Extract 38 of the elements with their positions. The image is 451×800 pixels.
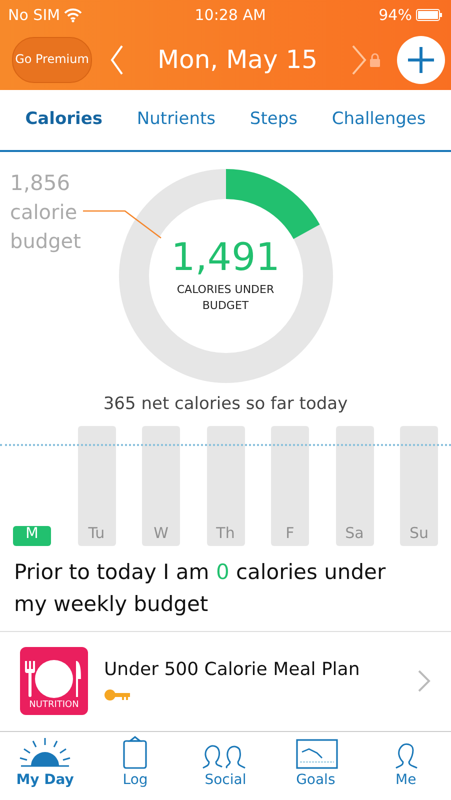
date-title: Mon, May 15	[156, 44, 319, 76]
previous-day-button[interactable]	[108, 44, 124, 76]
premium-button[interactable]: Go Premium	[12, 37, 92, 83]
weekly-summary-text: Prior to today I am 0 calories under my weekly budget	[0, 546, 451, 632]
day-bar: F	[271, 426, 309, 546]
tab-bar-item[interactable]: Log	[90, 732, 180, 800]
day-bar: Th	[206, 426, 244, 546]
day-bar: Tu	[78, 426, 116, 546]
chevron-right-icon	[417, 669, 431, 694]
tab-bar-item[interactable]: Goals	[270, 732, 361, 800]
carrier-label: No SIM	[8, 4, 60, 26]
next-day-button[interactable]	[351, 44, 367, 76]
meal-plan-title: Under 500 Calorie Meal Plan	[104, 658, 361, 682]
battery-icon	[416, 9, 443, 21]
status-time: 10:28 AM	[194, 4, 266, 26]
tile-label: NUTRITION	[28, 698, 80, 712]
sunrise-icon	[19, 736, 72, 770]
plus-icon	[408, 47, 434, 73]
tab[interactable]: Steps	[250, 90, 298, 150]
day-bar: Su	[400, 426, 438, 546]
remaining-value: 1,491	[171, 238, 280, 276]
day-bar: W	[142, 426, 180, 546]
tab[interactable]: Challenges	[332, 90, 426, 150]
meal-plan-row[interactable]: NUTRITION Under 500 Calorie Meal Plan	[0, 632, 451, 732]
day-label: M	[13, 526, 51, 546]
net-calories-caption: 365 net calories so far today	[102, 393, 349, 416]
tab-bar-item[interactable]: Me	[360, 732, 451, 800]
tab[interactable]: Calories	[25, 90, 103, 150]
day-bar: Sa	[336, 426, 374, 546]
tab[interactable]: Nutrients	[136, 90, 216, 150]
battery-level: 94%	[378, 4, 412, 26]
tab-bar-item[interactable]: Social	[180, 732, 270, 800]
add-button[interactable]	[397, 36, 445, 84]
budget-label: calorie budget	[10, 199, 82, 256]
budget-value: 1,856	[10, 170, 72, 197]
tab-bar-item[interactable]: My Day	[0, 732, 90, 800]
wifi-icon	[64, 7, 82, 23]
remaining-label: CALORIES UNDER BUDGET	[176, 282, 276, 314]
